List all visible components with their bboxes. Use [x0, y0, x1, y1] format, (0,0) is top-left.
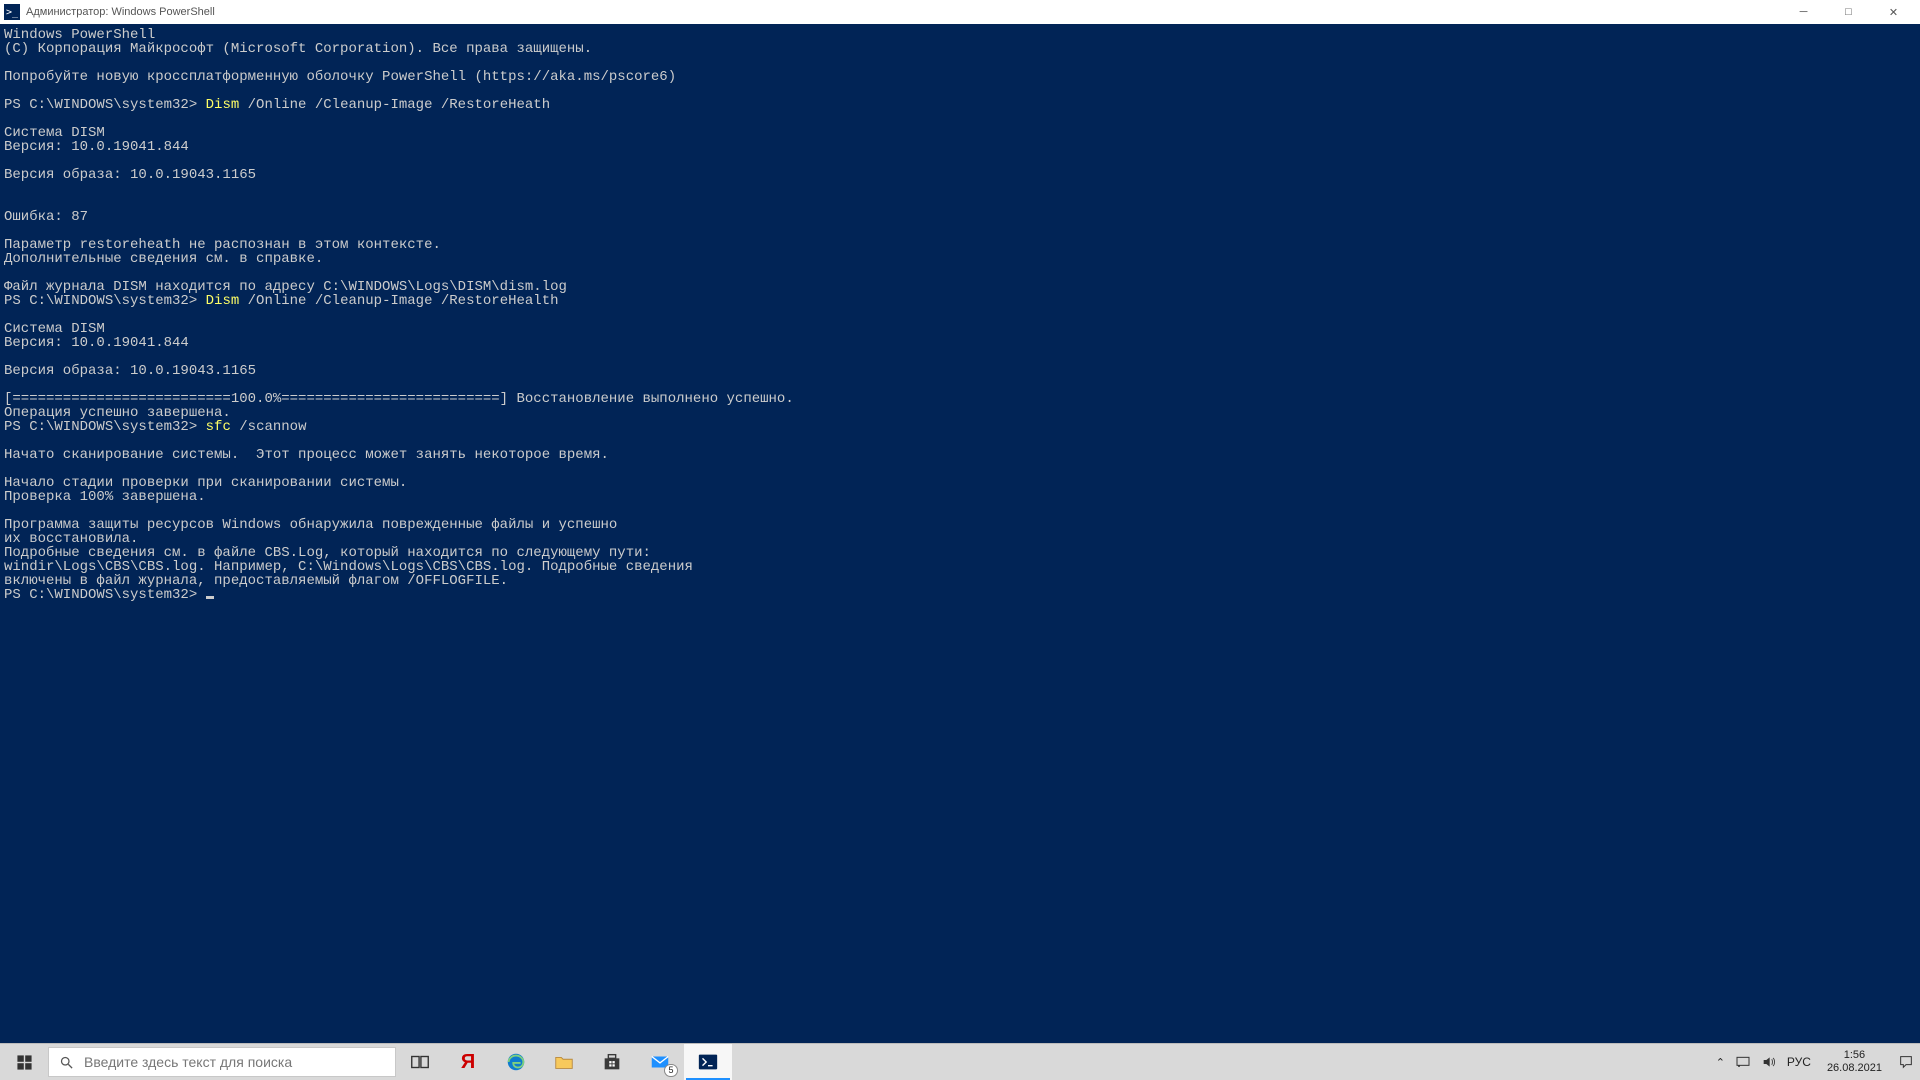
- prompt: PS C:\WINDOWS\system32>: [4, 587, 197, 603]
- powershell-icon: >_: [4, 4, 20, 20]
- mail-badge: 5: [664, 1064, 678, 1077]
- command-args: /scannow: [231, 419, 307, 435]
- command: sfc: [206, 419, 231, 435]
- terminal-line: Версия: 10.0.19041.844: [4, 335, 189, 351]
- command-args: /Online /Cleanup-Image /RestoreHeath: [239, 97, 550, 113]
- yandex-icon: Я: [457, 1051, 479, 1073]
- taskbar-app-store[interactable]: [588, 1044, 636, 1080]
- start-button[interactable]: [0, 1044, 48, 1080]
- terminal-line: Ошибка: 87: [4, 209, 88, 225]
- close-button[interactable]: ✕: [1871, 0, 1916, 24]
- taskbar-app-edge[interactable]: [492, 1044, 540, 1080]
- terminal-line: Версия образа: 10.0.19043.1165: [4, 363, 256, 379]
- maximize-button[interactable]: □: [1826, 0, 1871, 24]
- prompt: PS C:\WINDOWS\system32>: [4, 97, 197, 113]
- windows-logo-icon: [16, 1054, 33, 1071]
- taskbar: Введите здесь текст для поиска Я 5 ⌃ РУС…: [0, 1043, 1920, 1080]
- search-placeholder: Введите здесь текст для поиска: [84, 1054, 292, 1070]
- folder-icon: [553, 1051, 575, 1073]
- clock-time: 1:56: [1827, 1049, 1882, 1062]
- terminal-line: Версия образа: 10.0.19043.1165: [4, 167, 256, 183]
- prompt: PS C:\WINDOWS\system32>: [4, 419, 197, 435]
- powershell-window: >_ Администратор: Windows PowerShell ─ □…: [0, 0, 1920, 1043]
- clock-date: 26.08.2021: [1827, 1062, 1882, 1075]
- search-icon: [59, 1055, 74, 1070]
- taskbar-app-powershell[interactable]: [684, 1044, 732, 1080]
- prompt: PS C:\WINDOWS\system32>: [4, 293, 197, 309]
- language-indicator[interactable]: РУС: [1787, 1055, 1811, 1069]
- cursor: [206, 596, 214, 599]
- volume-icon[interactable]: [1761, 1054, 1777, 1070]
- task-view-icon: [409, 1051, 431, 1073]
- titlebar[interactable]: >_ Администратор: Windows PowerShell ─ □…: [0, 0, 1920, 24]
- minimize-button[interactable]: ─: [1781, 0, 1826, 24]
- command: Dism: [206, 293, 240, 309]
- terminal-line: (C) Корпорация Майкрософт (Microsoft Cor…: [4, 41, 592, 57]
- terminal-line: Проверка 100% завершена.: [4, 489, 206, 505]
- powershell-taskbar-icon: [697, 1051, 719, 1073]
- command: Dism: [206, 97, 240, 113]
- cast-icon[interactable]: [1735, 1054, 1751, 1070]
- terminal-line: Начато сканирование системы. Этот процес…: [4, 447, 609, 463]
- terminal-line: Версия: 10.0.19041.844: [4, 139, 189, 155]
- edge-icon: [505, 1051, 527, 1073]
- action-center-icon[interactable]: [1898, 1054, 1914, 1070]
- store-icon: [601, 1051, 623, 1073]
- window-title: Администратор: Windows PowerShell: [26, 6, 215, 18]
- tray-overflow-button[interactable]: ⌃: [1716, 1056, 1725, 1069]
- taskbar-clock[interactable]: 1:56 26.08.2021: [1821, 1049, 1888, 1075]
- terminal-line: Дополнительные сведения см. в справке.: [4, 251, 323, 267]
- command-args: /Online /Cleanup-Image /RestoreHealth: [239, 293, 558, 309]
- system-tray: ⌃ РУС 1:56 26.08.2021: [1710, 1044, 1920, 1080]
- taskbar-app-mail[interactable]: 5: [636, 1044, 684, 1080]
- taskbar-app-yandex[interactable]: Я: [444, 1044, 492, 1080]
- task-view-button[interactable]: [396, 1044, 444, 1080]
- terminal-line: Попробуйте новую кроссплатформенную обол…: [4, 69, 676, 85]
- taskbar-search[interactable]: Введите здесь текст для поиска: [48, 1047, 396, 1077]
- taskbar-app-explorer[interactable]: [540, 1044, 588, 1080]
- terminal-output[interactable]: Windows PowerShell (C) Корпорация Майкро…: [0, 24, 1920, 1043]
